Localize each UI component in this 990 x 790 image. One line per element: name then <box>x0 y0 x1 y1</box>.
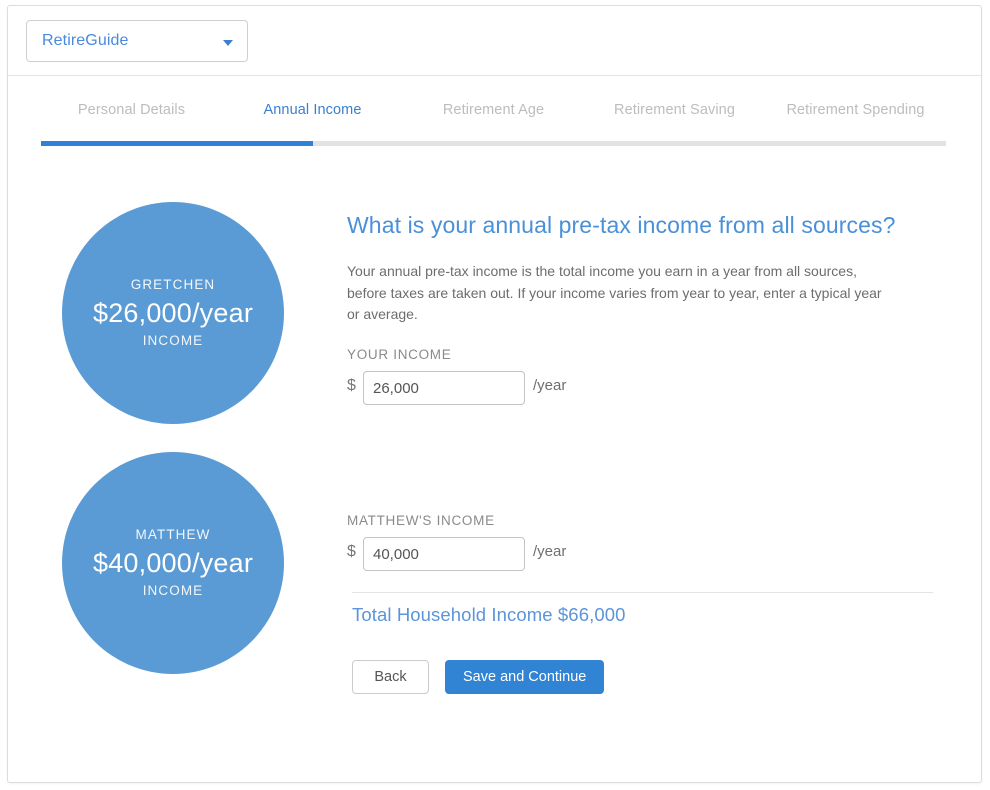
income-circle-matthew-name: MATTHEW <box>135 527 211 542</box>
income-circle-matthew: MATTHEW $40,000/year INCOME <box>62 452 284 674</box>
step-navigation: Personal Details Annual Income Retiremen… <box>8 76 981 154</box>
income-circle-matthew-value: $40,000/year <box>92 548 254 578</box>
back-button[interactable]: Back <box>352 660 429 694</box>
income-circle-matthew-caption: INCOME <box>142 583 204 598</box>
main-content: GRETCHEN $26,000/year INCOME MATTHEW $40… <box>8 154 981 782</box>
matthews-income-period: /year <box>533 543 567 560</box>
matthews-income-input[interactable] <box>363 537 525 571</box>
tab-list: Personal Details Annual Income Retiremen… <box>41 102 946 118</box>
income-circle-matthew-text: MATTHEW $40,000/year INCOME <box>62 526 284 600</box>
currency-symbol: $ <box>347 377 356 394</box>
your-income-label: YOUR INCOME <box>347 347 452 362</box>
header-bar: RetireGuide <box>8 6 981 76</box>
app-window: RetireGuide Personal Details Annual Inco… <box>7 5 982 783</box>
app-selector-label: RetireGuide <box>42 32 129 49</box>
your-income-period: /year <box>533 377 567 394</box>
section-divider <box>352 592 933 593</box>
tab-retirement-spending[interactable]: Retirement Spending <box>765 102 946 118</box>
tab-retirement-age[interactable]: Retirement Age <box>403 102 584 118</box>
matthews-income-label: MATTHEW'S INCOME <box>347 513 495 528</box>
progress-bar-fill <box>41 141 313 146</box>
income-circle-gretchen-caption: INCOME <box>142 333 204 348</box>
tab-annual-income[interactable]: Annual Income <box>222 102 403 118</box>
income-circle-gretchen: GRETCHEN $26,000/year INCOME <box>62 202 284 424</box>
chevron-down-icon <box>223 40 233 46</box>
page-title: What is your annual pre-tax income from … <box>347 212 896 238</box>
tab-personal-details[interactable]: Personal Details <box>41 102 222 118</box>
save-and-continue-button[interactable]: Save and Continue <box>445 660 605 694</box>
form-actions: Back Save and Continue <box>352 660 605 694</box>
income-circle-gretchen-name: GRETCHEN <box>130 277 216 292</box>
tab-retirement-saving[interactable]: Retirement Saving <box>584 102 765 118</box>
income-circle-gretchen-value: $26,000/year <box>92 298 254 328</box>
page-description: Your annual pre-tax income is the total … <box>347 263 882 322</box>
progress-bar-track <box>41 141 946 146</box>
income-circle-gretchen-text: GRETCHEN $26,000/year INCOME <box>62 276 284 350</box>
currency-symbol: $ <box>347 543 356 560</box>
total-household-income: Total Household Income $66,000 <box>352 604 626 625</box>
app-selector-dropdown[interactable]: RetireGuide <box>26 20 248 62</box>
your-income-input[interactable] <box>363 371 525 405</box>
